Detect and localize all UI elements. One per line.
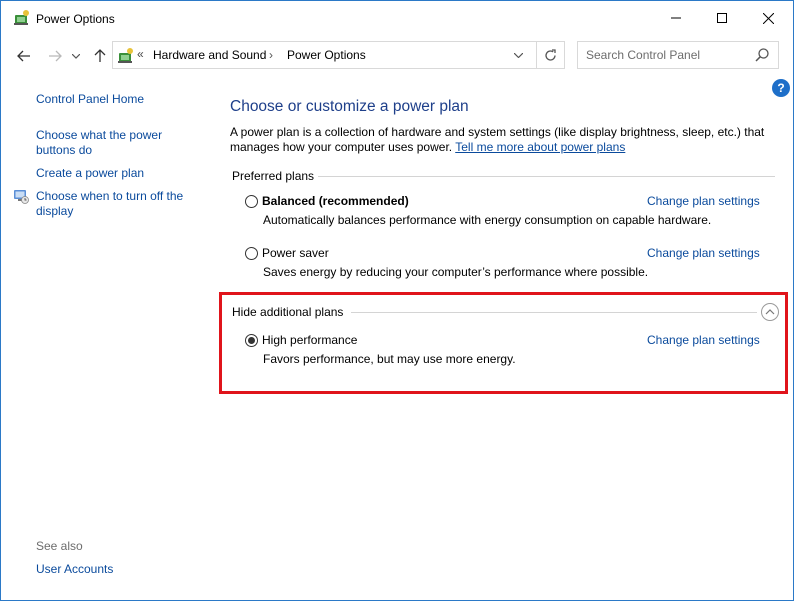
chevron-up-icon <box>765 309 775 315</box>
plan-name-high-performance[interactable]: High performance <box>262 333 357 347</box>
change-plan-settings-balanced-link[interactable]: Change plan settings <box>647 194 760 208</box>
title-bar: Power Options <box>1 1 793 37</box>
intro-paragraph: A power plan is a collection of hardware… <box>230 125 775 155</box>
plan-power-saver: Power saver Saves energy by reducing you… <box>245 246 775 286</box>
arrow-left-icon <box>17 50 30 62</box>
collapse-additional-plans-button[interactable] <box>761 303 779 321</box>
page-title: Choose or customize a power plan <box>230 98 469 115</box>
turn-off-display-link[interactable]: Choose when to turn off the display <box>36 189 196 219</box>
see-also-heading: See also <box>36 539 83 553</box>
plan-description-balanced: Automatically balances performance with … <box>263 213 712 227</box>
breadcrumb-hardware-and-sound[interactable]: Hardware and Sound <box>153 48 266 62</box>
close-button[interactable] <box>745 1 791 35</box>
breadcrumb-power-options[interactable]: Power Options <box>287 48 366 62</box>
change-plan-settings-high-performance-link[interactable]: Change plan settings <box>647 333 760 347</box>
window-title: Power Options <box>36 12 115 26</box>
radio-high-performance[interactable] <box>245 334 258 347</box>
plan-description-high-performance: Favors performance, but may use more ene… <box>263 352 516 366</box>
radio-power-saver[interactable] <box>245 247 258 260</box>
plan-name-power-saver[interactable]: Power saver <box>262 246 329 260</box>
user-accounts-link[interactable]: User Accounts <box>36 562 113 576</box>
help-icon: ? <box>777 81 785 95</box>
address-dropdown-button[interactable] <box>507 42 529 68</box>
preferred-plans-divider <box>318 176 775 177</box>
learn-more-link[interactable]: Tell me more about power plans <box>455 140 625 154</box>
chevron-down-icon <box>513 52 523 58</box>
plan-high-performance: High performance Favors performance, but… <box>245 333 775 373</box>
forward-button[interactable] <box>44 45 66 67</box>
control-panel-icon <box>118 48 133 63</box>
refresh-icon <box>545 48 556 61</box>
breadcrumb-arrow[interactable]: › <box>269 48 273 62</box>
radio-balanced[interactable] <box>245 195 258 208</box>
back-button[interactable] <box>13 45 35 67</box>
plan-description-power-saver: Saves energy by reducing your computer’s… <box>263 265 649 279</box>
arrow-up-icon <box>94 49 106 62</box>
chevron-down-icon <box>72 53 80 59</box>
hide-additional-plans-heading[interactable]: Hide additional plans <box>232 305 343 319</box>
additional-plans-divider <box>351 312 757 313</box>
power-options-window: Power Options « Hardware and Sound › Pow… <box>0 0 794 601</box>
minimize-button[interactable] <box>653 1 699 35</box>
display-shield-icon <box>14 190 29 204</box>
control-panel-home-link[interactable]: Control Panel Home <box>36 92 144 106</box>
address-bar[interactable]: « Hardware and Sound › Power Options <box>112 41 565 69</box>
search-icon[interactable] <box>754 47 770 63</box>
breadcrumb-overflow[interactable]: « <box>137 47 144 61</box>
plan-balanced: Balanced (recommended) Automatically bal… <box>245 194 775 234</box>
minimize-icon <box>671 17 681 19</box>
recent-locations-button[interactable] <box>69 45 83 67</box>
plan-name-balanced[interactable]: Balanced (recommended) <box>262 194 409 208</box>
close-icon <box>762 12 774 24</box>
power-options-icon <box>14 10 29 25</box>
search-input[interactable] <box>578 42 748 68</box>
preferred-plans-heading: Preferred plans <box>232 169 315 183</box>
maximize-button[interactable] <box>699 1 745 35</box>
up-button[interactable] <box>89 45 111 67</box>
help-button[interactable]: ? <box>772 79 790 97</box>
maximize-icon <box>717 13 727 23</box>
navigation-bar: « Hardware and Sound › Power Options <box>1 37 793 75</box>
choose-power-buttons-link[interactable]: Choose what the power buttons do <box>36 128 196 158</box>
search-box[interactable] <box>577 41 779 69</box>
change-plan-settings-power-saver-link[interactable]: Change plan settings <box>647 246 760 260</box>
arrow-right-icon <box>49 50 62 62</box>
refresh-button[interactable] <box>536 42 564 68</box>
create-power-plan-link[interactable]: Create a power plan <box>36 166 196 181</box>
